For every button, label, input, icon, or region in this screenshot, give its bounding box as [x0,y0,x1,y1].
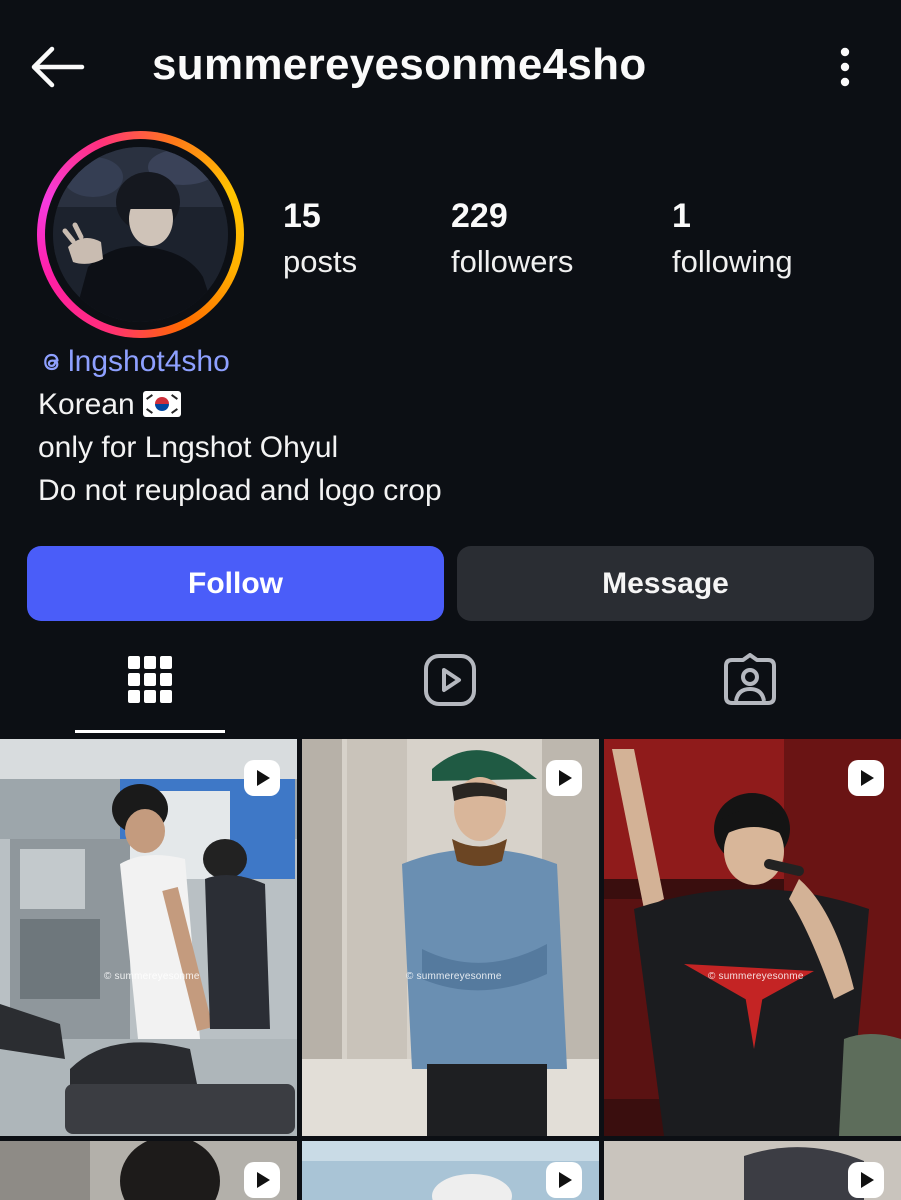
grid-post-5[interactable] [302,1141,599,1200]
watermark: © summereyesonme [708,971,804,982]
grid-post-3[interactable]: © summereyesonme [604,739,901,1136]
arrow-left-icon[interactable] [28,44,86,90]
profile-header: summereyesonme4sho [0,0,901,130]
grid-icon [128,656,172,703]
reels-icon [424,654,476,706]
followers-label: followers [451,244,574,279]
threads-icon [44,353,59,370]
post-thumbnail [604,739,901,1136]
reel-indicator-icon [848,1162,884,1198]
reel-indicator-icon [848,760,884,796]
active-tab-indicator [75,730,225,733]
reel-indicator-icon [546,760,582,796]
tab-reels[interactable] [420,650,480,710]
post-thumbnail [302,739,599,1136]
reel-indicator-icon [244,1162,280,1198]
reel-indicator-icon [546,1162,582,1198]
threads-handle: lngshot4sho [68,345,230,378]
bio-line-3: Do not reupload and logo crop [38,474,442,507]
korean-flag-icon [142,391,181,417]
stat-following[interactable]: 1 following [672,196,793,284]
posts-label: posts [283,244,358,279]
threads-link[interactable]: lngshot4sho [38,340,442,383]
tab-tagged[interactable] [720,650,780,710]
grid-post-4[interactable] [0,1141,297,1200]
stat-followers[interactable]: 229 followers [451,196,573,284]
follow-button[interactable]: Follow [27,546,444,621]
watermark: © summereyesonme [406,971,502,982]
stat-posts[interactable]: 15 posts [283,196,357,284]
tagged-person-icon [724,653,776,705]
post-thumbnail [0,739,297,1136]
following-count: 1 [672,197,691,235]
tab-posts-grid[interactable] [120,650,180,710]
watermark: © summereyesonme [104,971,200,982]
bio-line-1: Korean [38,383,442,426]
followers-count: 229 [451,197,508,235]
posts-count: 15 [283,197,321,235]
grid-post-6[interactable] [604,1141,901,1200]
bio-line-2: only for Lngshot Ohyul [38,431,339,464]
avatar-photo [53,147,228,322]
following-label: following [672,244,793,279]
kebab-menu-icon[interactable] [826,44,864,90]
reel-indicator-icon [244,760,280,796]
message-button[interactable]: Message [457,546,874,621]
profile-bio: lngshot4sho Korean only for Lngshot Ohyu… [38,340,442,512]
avatar[interactable] [53,147,228,322]
profile-username: summereyesonme4sho [152,40,647,89]
grid-post-2[interactable]: © summereyesonme [302,739,599,1136]
grid-post-1[interactable]: © summereyesonme [0,739,297,1136]
